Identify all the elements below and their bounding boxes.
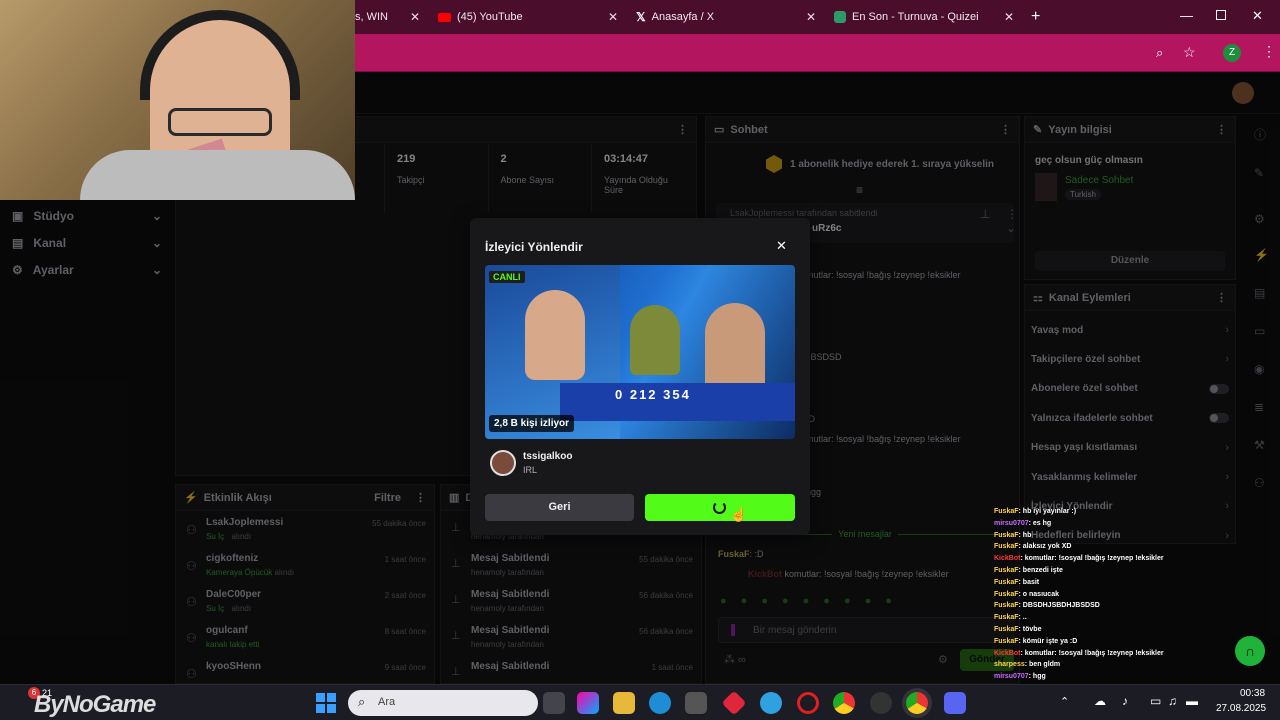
app-icon[interactable] xyxy=(721,690,747,716)
overlay-chat-line: FuskaF: hb iyi yayınlar :) xyxy=(994,508,1077,515)
glasses-icon xyxy=(168,108,272,136)
stream-preview-thumbnail[interactable]: CANLI 0 212 354 2,8 B kişi izliyor xyxy=(485,265,795,439)
overlay-chat-line: FuskaF: basit xyxy=(994,578,1040,586)
viewer-count: 2,8 B kişi izliyor xyxy=(489,415,575,432)
overlay-chat-line: sharpess: ben gldm xyxy=(994,661,1061,669)
tab-1[interactable]: s, WIN ✕ xyxy=(355,4,420,30)
close-icon[interactable]: ✕ xyxy=(1004,10,1014,24)
confirm-redirect-button[interactable] xyxy=(645,494,795,521)
overlay-chat-line: KickBot: komutlar: !sosyal !bağış !zeyne… xyxy=(994,555,1164,563)
obs-icon[interactable] xyxy=(870,692,892,714)
redirect-viewers-modal: İzleyici Yönlendir ✕ CANLI 0 212 354 2,8… xyxy=(470,218,810,535)
overlay-chat-line: FuskaF: tövbe xyxy=(994,625,1042,633)
chrome-profile-icon[interactable] xyxy=(906,692,928,714)
star-bookmark-icon[interactable]: ☆ xyxy=(1183,44,1196,61)
channel-name: tssigalkoo xyxy=(523,451,573,462)
webcam-overlay xyxy=(0,0,355,200)
zoom-icon[interactable]: ⌕ xyxy=(1156,45,1163,61)
clock-time[interactable]: 00:38 xyxy=(1240,688,1265,699)
person-figure xyxy=(705,303,765,393)
overlay-chat-line: FuskaF: hb xyxy=(994,531,1032,539)
profile-avatar[interactable]: Z xyxy=(1223,44,1241,62)
close-icon[interactable]: ✕ xyxy=(410,10,420,24)
chrome-icon[interactable] xyxy=(833,692,855,714)
tab-x[interactable]: 𝕏 Anasayfa / X ✕ xyxy=(636,4,816,30)
clock-date[interactable]: 27.08.2025 xyxy=(1216,703,1266,714)
channel-avatar xyxy=(490,450,516,476)
search-icon: ⌕ xyxy=(358,694,366,709)
network-icon[interactable]: ▭ xyxy=(1150,694,1161,708)
tab-youtube[interactable]: (45) YouTube ✕ xyxy=(438,4,618,30)
overlay-chat-line: FuskaF: o nasıucak xyxy=(994,590,1059,598)
cloud-icon[interactable]: ☁ xyxy=(1094,694,1106,708)
channel-category: IRL xyxy=(523,465,538,475)
shirt xyxy=(80,150,355,200)
overlay-chat-line: FuskaF: kömür işte ya :D xyxy=(994,637,1078,645)
tab-quizei[interactable]: En Son - Turnuva - Quizei ✕ xyxy=(834,4,1014,30)
edge-icon[interactable] xyxy=(649,692,671,714)
volume-icon[interactable]: ♫ xyxy=(1168,694,1177,708)
store-icon[interactable] xyxy=(685,692,707,714)
close-icon[interactable]: ✕ xyxy=(806,10,816,24)
mouse-cursor-icon: ☝ xyxy=(730,506,748,522)
quizei-icon xyxy=(834,11,846,23)
maximize-button[interactable] xyxy=(1216,10,1226,20)
overlay-chat-line: FuskaF: DBSDHJSBDHJBSDSD xyxy=(994,602,1100,610)
chevron-up-icon[interactable]: ⌃ xyxy=(1060,695,1069,708)
app-icon[interactable] xyxy=(760,692,782,714)
watermark-logo: ByNoGame xyxy=(34,691,156,718)
x-logo-icon: 𝕏 xyxy=(636,10,646,24)
task-view-icon[interactable] xyxy=(543,692,565,714)
overlay-chat-line: FuskaF: .. xyxy=(994,614,1027,622)
headset-icon[interactable]: ∩ xyxy=(1235,636,1265,666)
youtube-icon xyxy=(438,12,451,22)
file-explorer-icon[interactable] xyxy=(613,692,635,714)
overlay-chat-line: FuskaF: alaksız yok XD xyxy=(994,543,1072,551)
loading-spinner-icon xyxy=(713,501,726,514)
menu-kebab-icon[interactable]: ⋮ xyxy=(1262,43,1276,60)
person-figure xyxy=(630,305,680,375)
back-button[interactable]: Geri xyxy=(485,494,634,521)
headphones-icon xyxy=(140,10,300,100)
windows-taskbar: 6 21 ByNoGame ⌕ Ara ⌃ ☁ ♪ ▭ ♫ ▬ 00:38 27… xyxy=(0,684,1280,720)
taskbar-search[interactable]: ⌕ Ara xyxy=(348,690,538,716)
opera-icon[interactable] xyxy=(797,692,819,714)
overlay-chat-line: mirsu0707: es hg xyxy=(994,519,1052,527)
discord-icon[interactable] xyxy=(944,692,966,714)
minimize-button[interactable]: — xyxy=(1180,8,1193,23)
close-icon[interactable]: ✕ xyxy=(608,10,618,24)
overlay-chat-line: FuskaF: benzedi işte xyxy=(994,566,1063,574)
close-window-button[interactable]: ✕ xyxy=(1252,8,1263,24)
overlay-chat-line: KickBot: komutlar: !sosyal !bağış !zeyne… xyxy=(994,649,1164,657)
copilot-icon[interactable] xyxy=(577,692,599,714)
battery-icon[interactable]: ▬ xyxy=(1186,694,1198,708)
modal-title: İzleyici Yönlendir xyxy=(485,240,583,254)
microphone-icon[interactable]: ♪ xyxy=(1122,694,1128,708)
windows-start-icon[interactable] xyxy=(316,693,336,713)
new-tab-button[interactable]: + xyxy=(1031,8,1040,26)
person-figure xyxy=(525,290,585,380)
close-icon[interactable]: ✕ xyxy=(776,238,787,254)
live-badge: CANLI xyxy=(489,271,525,283)
overlay-chat-line: mirsu0707: hgg xyxy=(994,673,1046,681)
